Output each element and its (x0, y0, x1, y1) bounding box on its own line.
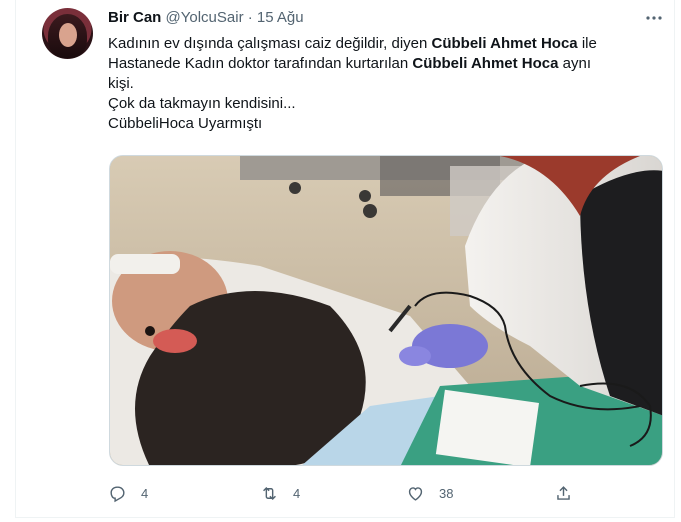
avatar-face (59, 23, 77, 47)
text-bold: Cübbeli Ahmet Hoca (412, 55, 559, 72)
text-segment: Hastanede Kadın doktor tarafından kurtar… (108, 55, 413, 72)
text-segment: aynı (558, 55, 592, 72)
share-icon (557, 485, 570, 500)
more-horizontal-icon[interactable] (644, 8, 664, 28)
retweet-count: 4 (293, 485, 301, 501)
like-count: 38 (439, 485, 454, 501)
share-button[interactable] (554, 482, 573, 504)
text-bold: Cübbeli Ahmet Hoca (431, 35, 578, 52)
author-name[interactable]: Bir Can (108, 9, 161, 26)
retweet-button[interactable]: 4 (260, 482, 300, 504)
gauze (435, 389, 539, 465)
wheel (363, 204, 377, 218)
tweet-text: Kadının ev dışında çalışması caiz değild… (108, 34, 668, 134)
reply-button[interactable]: 4 (108, 482, 148, 504)
wheel (359, 190, 371, 202)
tweet-photo[interactable] (109, 155, 663, 466)
reply-icon (110, 485, 125, 502)
tweet-card[interactable]: Bir Can @YolcuSair · 15 Ağu Kadının ev d… (15, 0, 675, 518)
patient-cap (110, 254, 180, 274)
tweet-header: Bir Can @YolcuSair · 15 Ağu (108, 9, 304, 26)
heart-icon (408, 486, 423, 501)
tweet-date[interactable]: 15 Ağu (257, 9, 304, 26)
photo-illustration (110, 156, 662, 465)
retweet-icon (263, 486, 276, 500)
reply-count: 4 (141, 485, 149, 501)
tweet-line-2: Hastanede Kadın doktor tarafından kurtar… (108, 54, 668, 74)
separator-dot: · (247, 9, 253, 26)
avatar[interactable] (42, 8, 93, 59)
glove-fingers (399, 346, 431, 366)
wheel (289, 182, 301, 194)
tweet-line-4: Çok da takmayın kendisini... (108, 95, 296, 112)
tweet-line-3: kişi. (108, 75, 134, 92)
tweet-actions: 4 4 38 (108, 482, 578, 504)
lips (153, 329, 197, 353)
like-button[interactable]: 38 (406, 482, 453, 504)
tweet-line-5: CübbeliHoca Uyarmıştı (108, 115, 263, 132)
author-handle[interactable]: @YolcuSair (166, 9, 244, 26)
text-segment: ile (577, 35, 597, 52)
nostril (145, 326, 155, 336)
tweet-line-1: Kadının ev dışında çalışması caiz değild… (108, 34, 668, 54)
text-segment: Kadının ev dışında çalışması caiz değild… (108, 35, 432, 52)
